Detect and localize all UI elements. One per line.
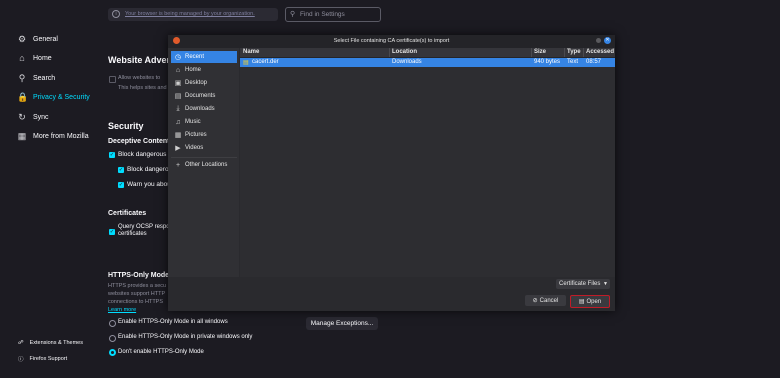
sync-icon: ↻ <box>18 111 26 122</box>
info-icon: i <box>112 10 120 18</box>
deceptive-content-heading: Deceptive Content <box>108 138 170 145</box>
learn-more-link[interactable]: Learn more <box>108 307 136 313</box>
minimize-icon[interactable] <box>596 38 601 43</box>
home-icon: ⌂ <box>175 66 181 74</box>
column-size[interactable]: Size <box>534 49 546 55</box>
open-icon: ▤ <box>578 299 585 305</box>
block-dangerous-downloads-checkbox[interactable]: ✓ <box>118 167 124 173</box>
column-separator[interactable] <box>564 48 565 57</box>
picture-icon: ▦ <box>174 132 182 139</box>
block-dangerous-checkbox[interactable]: ✓ <box>109 152 115 158</box>
nav-sync[interactable]: ↻ Sync <box>17 110 48 124</box>
places-sidebar: ◷ Recent ⌂ Home ▣ Desktop ▤ Documents ⤓ Downl… <box>168 48 239 277</box>
website-advertising-heading: Website Adver <box>108 55 171 65</box>
warn-unwanted-checkbox[interactable]: ✓ <box>118 182 124 188</box>
block-dangerous-label: Block dangerous a <box>118 151 172 158</box>
file-list: Name Location Size Type Accessed ▤ cacer… <box>240 48 615 277</box>
place-pictures[interactable]: ▦ Pictures <box>171 129 237 141</box>
nav-search[interactable]: ⚲ Search <box>17 71 55 85</box>
nav-more-from-mozilla[interactable]: ▦ More from Mozilla <box>17 129 89 143</box>
place-other-locations[interactable]: + Other Locations <box>171 159 237 171</box>
query-ocsp-label: Query OCSP respo <box>118 224 170 230</box>
website-adv-help: This helps sites and <box>118 85 167 91</box>
column-accessed[interactable]: Accessed <box>586 49 614 55</box>
open-button[interactable]: ▤ Open <box>570 295 610 308</box>
manage-exceptions-button[interactable]: Manage Exceptions... <box>306 317 378 330</box>
desktop-icon: ▣ <box>174 80 182 87</box>
managed-notice-link[interactable]: Your browser is being managed by your or… <box>125 11 255 17</box>
place-recent[interactable]: ◷ Recent <box>171 51 237 63</box>
sidebar-divider <box>171 157 237 158</box>
security-heading: Security <box>108 121 144 131</box>
https-only-heading: HTTPS-Only Mode <box>108 272 170 279</box>
column-location[interactable]: Location <box>392 49 417 55</box>
column-name[interactable]: Name <box>243 49 259 55</box>
https-desc-2: websites support HTTP <box>108 291 166 297</box>
query-ocsp-label-2: certificates <box>118 231 147 237</box>
allow-websites-label: Allow websites to <box>118 75 161 81</box>
https-desc-3: connections to HTTPS <box>108 299 164 305</box>
find-in-settings-input[interactable]: ⚲ Find in Settings <box>285 7 381 22</box>
music-icon: ♫ <box>175 118 181 126</box>
video-icon: ▶ <box>175 145 181 152</box>
file-type-filter[interactable]: Certificate Files ▼ <box>556 279 610 289</box>
download-icon: ⤓ <box>176 105 180 112</box>
document-icon: ▤ <box>174 93 182 100</box>
close-icon[interactable]: ✕ <box>604 37 611 44</box>
footer-firefox-support[interactable]: ⓘ Firefox Support <box>18 355 67 363</box>
clock-icon: ◷ <box>174 54 182 61</box>
search-icon: ⚲ <box>290 11 296 18</box>
place-home[interactable]: ⌂ Home <box>171 64 237 76</box>
https-private-windows-label: Enable HTTPS-Only Mode in private window… <box>118 334 253 340</box>
file-list-header: Name Location Size Type Accessed <box>240 48 615 58</box>
nav-home[interactable]: ⌂ Home <box>17 51 51 65</box>
column-separator[interactable] <box>531 48 532 57</box>
https-private-windows-radio[interactable] <box>109 335 116 342</box>
place-videos[interactable]: ▶ Videos <box>171 142 237 154</box>
https-all-windows-label: Enable HTTPS-Only Mode in all windows <box>118 319 228 325</box>
nav-general[interactable]: ⚙ General <box>17 32 58 46</box>
cancel-icon: ⊘ <box>532 298 538 304</box>
file-row[interactable]: ▤ cacert.der Downloads 940 bytes Text 08… <box>240 58 615 67</box>
https-dont-enable-label: Don't enable HTTPS-Only Mode <box>118 349 204 355</box>
help-icon: ⓘ <box>18 357 24 363</box>
cancel-button[interactable]: ⊘ Cancel <box>525 295 566 306</box>
managed-notice: i Your browser is being managed by your … <box>108 8 278 21</box>
warn-unwanted-label: Warn you abou <box>127 181 171 188</box>
file-chooser-dialog: Select File containing CA certificate(s)… <box>168 35 615 311</box>
column-separator[interactable] <box>389 48 390 57</box>
https-dont-enable-radio[interactable] <box>109 349 116 356</box>
home-icon: ⌂ <box>19 53 25 63</box>
search-icon: ⚲ <box>18 72 26 83</box>
dialog-title: Select File containing CA certificate(s)… <box>333 38 450 44</box>
column-separator[interactable] <box>583 48 584 57</box>
https-all-windows-radio[interactable] <box>109 320 116 327</box>
file-type: Text <box>567 59 579 65</box>
puzzle-icon: ☍ <box>18 340 24 346</box>
column-type[interactable]: Type <box>567 49 581 55</box>
plus-icon: + <box>175 161 181 169</box>
allow-websites-checkbox[interactable] <box>109 76 116 83</box>
certificates-heading: Certificates <box>108 210 147 217</box>
query-ocsp-checkbox[interactable]: ✓ <box>109 229 115 235</box>
dialog-titlebar: Select File containing CA certificate(s)… <box>168 35 615 48</box>
file-size: 940 bytes <box>534 59 561 65</box>
file-icon: ▤ <box>243 60 249 66</box>
lock-icon: 🔒 <box>17 91 29 102</box>
footer-extensions-themes[interactable]: ☍ Extensions & Themes <box>18 340 83 346</box>
nav-privacy-security[interactable]: 🔒 Privacy & Security <box>17 90 90 104</box>
place-downloads[interactable]: ⤓ Downloads <box>171 103 237 115</box>
gear-icon: ⚙ <box>17 33 27 44</box>
https-desc-1: HTTPS provides a secu <box>108 283 167 289</box>
mozilla-icon: ▦ <box>17 130 27 141</box>
place-music[interactable]: ♫ Music <box>171 116 237 128</box>
chevron-down-icon: ▼ <box>603 281 608 287</box>
file-location: Downloads <box>392 59 422 65</box>
place-desktop[interactable]: ▣ Desktop <box>171 77 237 89</box>
file-name: cacert.der <box>252 59 279 65</box>
place-documents[interactable]: ▤ Documents <box>171 90 237 102</box>
file-accessed: 08:57 <box>586 59 602 65</box>
